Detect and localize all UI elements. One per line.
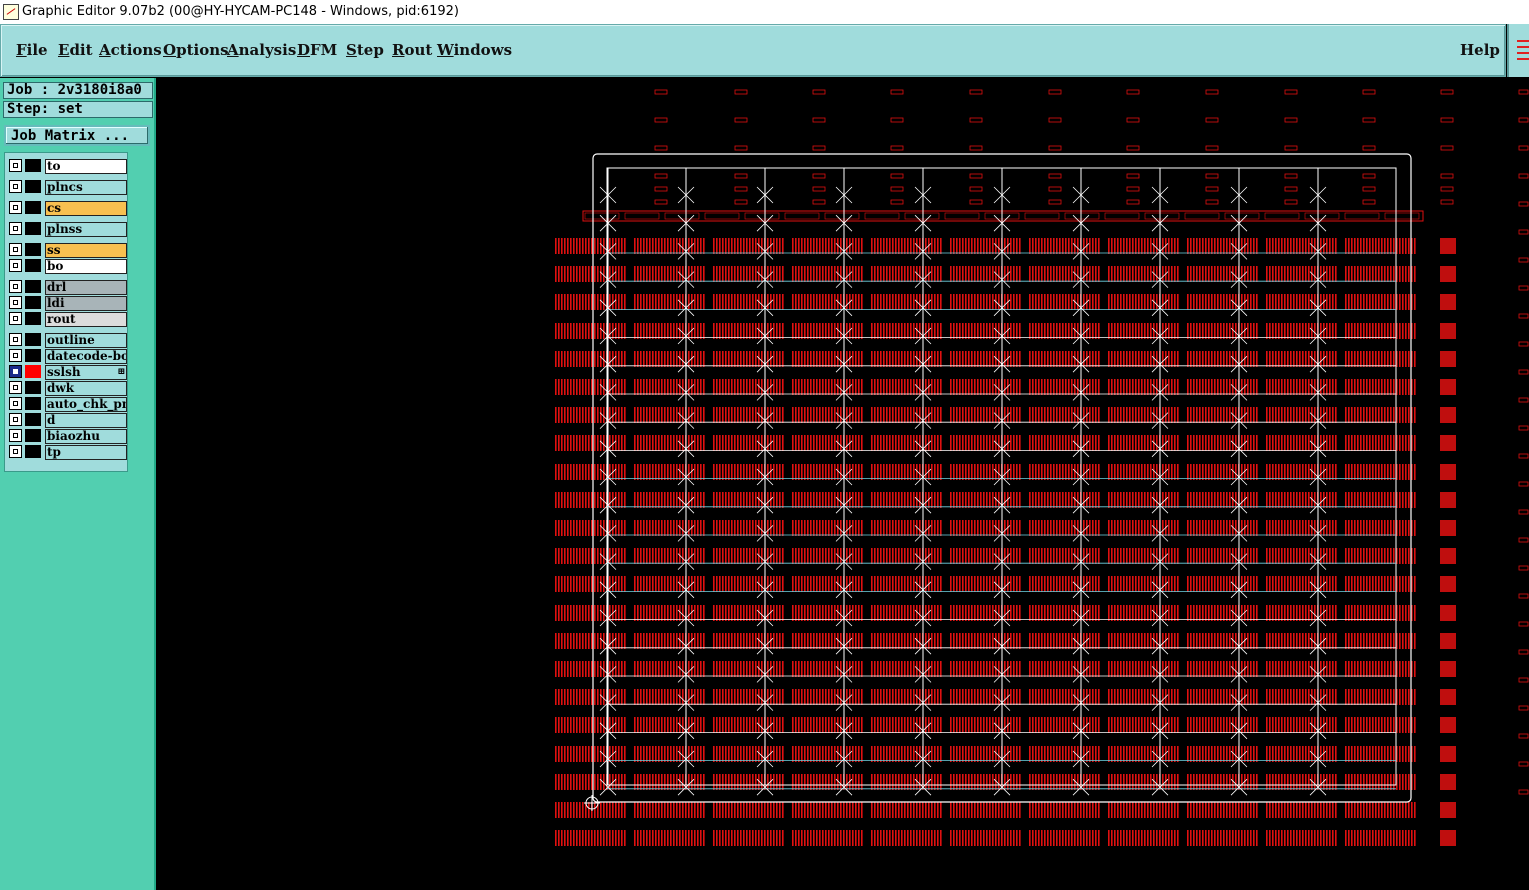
layer-checkbox[interactable] (9, 259, 22, 272)
layer-checkbox[interactable] (9, 243, 22, 256)
menu-bar: File Edit Actions Options Analysis DFM S… (0, 24, 1506, 77)
menu-edit[interactable]: Edit (58, 41, 93, 59)
layer-checkbox[interactable] (9, 333, 22, 346)
menu-help[interactable]: Help (1460, 41, 1500, 59)
layer-color-swatch[interactable] (25, 222, 41, 235)
menu-actions[interactable]: Actions (99, 41, 162, 59)
layer-color-swatch[interactable] (25, 296, 41, 309)
layer-row-cs[interactable]: cs (9, 201, 127, 216)
layer-row-dwk[interactable]: dwk (9, 381, 127, 396)
layer-name[interactable]: drl (45, 280, 127, 295)
job-matrix-button[interactable]: Job Matrix ... (4, 125, 150, 146)
layer-row-d[interactable]: d (9, 413, 127, 428)
layer-checkbox[interactable] (9, 159, 22, 172)
app-icon (3, 4, 19, 20)
layer-color-swatch[interactable] (25, 180, 41, 193)
layer-name[interactable]: bo (45, 259, 127, 274)
layer-color-swatch[interactable] (25, 201, 41, 214)
graphic-canvas[interactable] (156, 78, 1529, 890)
layer-checkbox[interactable] (9, 180, 22, 193)
layer-row-ldi[interactable]: ldi (9, 296, 127, 311)
layer-color-swatch[interactable] (25, 381, 41, 394)
layer-list: to plncs cs plnss ss bo drl ldi rout outline datec… (4, 152, 128, 472)
layer-name[interactable]: cs (45, 201, 127, 216)
menu-analysis[interactable]: Analysis (227, 41, 296, 59)
toolbar-toggle-button[interactable] (1507, 24, 1529, 77)
layer-row-biaozhu[interactable]: biaozhu (9, 429, 127, 444)
menu-step[interactable]: Step (346, 41, 384, 59)
layer-name[interactable]: d (45, 413, 127, 428)
layer-name[interactable]: plncs (45, 180, 127, 195)
layer-checkbox[interactable] (9, 413, 22, 426)
layer-checkbox[interactable] (9, 381, 22, 394)
layer-name[interactable]: biaozhu (45, 429, 127, 444)
layer-checkbox[interactable] (9, 296, 22, 309)
layer-row-tp[interactable]: tp (9, 445, 127, 460)
layer-row-outline[interactable]: outline (9, 333, 127, 348)
layer-name[interactable]: datecode-bo (45, 349, 127, 364)
layer-affected-icon: ⊞ (117, 367, 125, 377)
menu-rout[interactable]: Rout (392, 41, 432, 59)
layer-checkbox[interactable] (9, 365, 22, 378)
layer-checkbox[interactable] (9, 429, 22, 442)
layer-row-ss[interactable]: ss (9, 243, 127, 258)
layer-color-swatch[interactable] (25, 243, 41, 256)
layer-row-rout[interactable]: rout (9, 312, 127, 327)
layer-checkbox[interactable] (9, 222, 22, 235)
layer-color-swatch[interactable] (25, 397, 41, 410)
menu-windows[interactable]: Windows (437, 41, 512, 59)
layer-color-swatch[interactable] (25, 312, 41, 325)
layer-row-to[interactable]: to (9, 159, 127, 174)
title-bar: Graphic Editor 9.07b2 (00@HY-HYCAM-PC148… (0, 0, 1529, 24)
layer-name[interactable]: rout (45, 312, 127, 327)
step-name: Step: set (3, 101, 153, 118)
layer-row-plncs[interactable]: plncs (9, 180, 127, 195)
menu-dfm[interactable]: DFM (297, 41, 337, 59)
left-panel: Job : 2v3180i8a0 Step: set Job Matrix ..… (0, 78, 156, 890)
layer-name[interactable]: ldi (45, 296, 127, 311)
layer-row-sslsh[interactable]: sslsh ⊞ (9, 365, 127, 380)
layer-checkbox[interactable] (9, 397, 22, 410)
layer-name[interactable]: sslsh ⊞ (45, 365, 127, 380)
layer-color-swatch[interactable] (25, 429, 41, 442)
layer-name[interactable]: plnss (45, 222, 127, 237)
layer-name[interactable]: tp (45, 445, 127, 460)
window-title: Graphic Editor 9.07b2 (00@HY-HYCAM-PC148… (22, 4, 459, 19)
layer-name[interactable]: to (45, 159, 127, 174)
layer-checkbox[interactable] (9, 312, 22, 325)
layer-row-auto-chk-pn[interactable]: auto_chk_pn (9, 397, 127, 412)
layer-color-swatch[interactable] (25, 365, 41, 378)
layer-row-bo[interactable]: bo (9, 259, 127, 274)
pcb-artwork (555, 89, 1529, 846)
layer-color-swatch[interactable] (25, 280, 41, 293)
layer-row-drl[interactable]: drl (9, 280, 127, 295)
layer-checkbox[interactable] (9, 445, 22, 458)
job-name: Job : 2v3180i8a0 (3, 82, 153, 99)
layer-row-datecode-bo[interactable]: datecode-bo (9, 349, 127, 364)
layer-name[interactable]: auto_chk_pn (45, 397, 127, 412)
layer-checkbox[interactable] (9, 349, 22, 362)
layer-row-plnss[interactable]: plnss (9, 222, 127, 237)
layer-name[interactable]: outline (45, 333, 127, 348)
layer-color-swatch[interactable] (25, 349, 41, 362)
layer-color-swatch[interactable] (25, 333, 41, 346)
layer-checkbox[interactable] (9, 201, 22, 214)
layer-color-swatch[interactable] (25, 445, 41, 458)
menu-options[interactable]: Options (163, 41, 229, 59)
menu-file[interactable]: File (16, 41, 48, 59)
layer-name[interactable]: dwk (45, 381, 127, 396)
layer-name[interactable]: ss (45, 243, 127, 258)
layer-color-swatch[interactable] (25, 413, 41, 426)
layer-checkbox[interactable] (9, 280, 22, 293)
layer-color-swatch[interactable] (25, 259, 41, 272)
layer-color-swatch[interactable] (25, 159, 41, 172)
